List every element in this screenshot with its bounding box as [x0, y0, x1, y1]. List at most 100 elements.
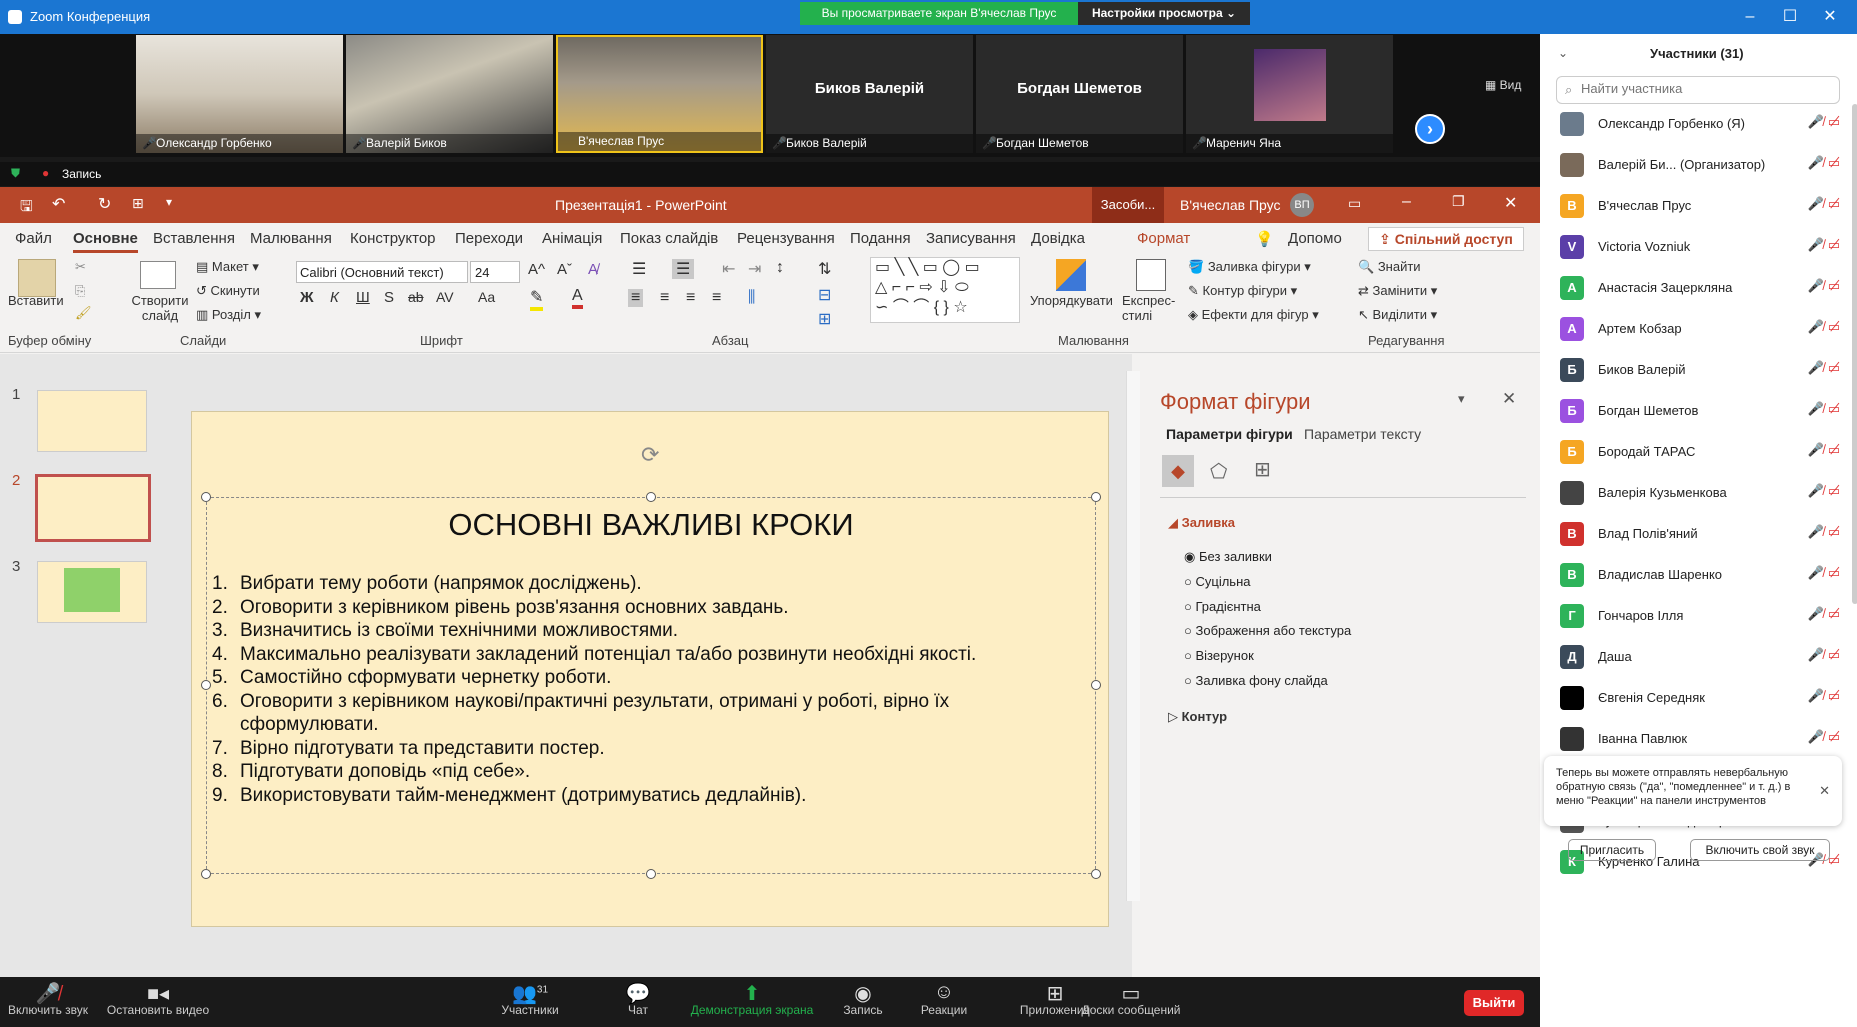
underline-icon[interactable]: Ш	[356, 289, 370, 306]
user-name[interactable]: В'ячеслав Прус	[1180, 197, 1281, 213]
radio-icon[interactable]: ○	[1184, 623, 1192, 638]
participant-row[interactable]: А Анастасія Зацеркляна 🎤̸ ▭̸	[1560, 270, 1840, 306]
video-tile-active-speaker[interactable]: В'ячеслав Прус	[556, 35, 763, 153]
customize-icon[interactable]: ▾	[166, 195, 172, 209]
italic-icon[interactable]: К	[330, 289, 339, 306]
font-size-select[interactable]: 24	[470, 261, 520, 283]
bullets-icon[interactable]: ☰	[632, 259, 646, 279]
view-settings-button[interactable]: Настройки просмотра ⌄	[1078, 2, 1250, 25]
present-icon[interactable]: ⊞	[132, 195, 144, 212]
maximize-icon[interactable]: ☐	[1775, 6, 1805, 28]
size-properties-icon[interactable]: ⊞	[1254, 457, 1271, 482]
fill-option[interactable]: ○ Градієнтна	[1184, 595, 1351, 620]
resize-handle[interactable]	[646, 492, 656, 502]
font-name-select[interactable]: Calibri (Основний текст)	[296, 261, 468, 283]
paste-icon[interactable]	[18, 259, 56, 297]
quick-styles-button[interactable]: Експрес-стилі	[1122, 293, 1182, 323]
participant-row[interactable]: Г Гончаров Ілля 🎤̸ ▭̸	[1560, 598, 1840, 634]
select-button[interactable]: ↖ Виділити ▾	[1358, 307, 1437, 323]
fill-option[interactable]: ○ Заливка фону слайда	[1184, 669, 1351, 694]
resize-handle[interactable]	[1091, 869, 1101, 879]
new-slide-button[interactable]: Створити слайд	[130, 293, 190, 323]
tab-animations[interactable]: Анімація	[542, 230, 602, 247]
slide[interactable]: ⟳ ОСНОВНІ ВАЖЛИВІ КРОКИ 1. Вибрати тему р…	[191, 411, 1109, 927]
tab-text-options[interactable]: Параметри тексту	[1304, 426, 1421, 442]
arrange-button[interactable]: Упорядкувати	[1030, 293, 1113, 308]
align-right-icon[interactable]: ≡	[686, 289, 695, 307]
font-color-icon[interactable]: A	[572, 287, 583, 309]
tab-slideshow[interactable]: Показ слайдів	[620, 230, 718, 247]
slide-thumbnail[interactable]	[37, 561, 147, 623]
align-text-icon[interactable]: ⊟	[818, 285, 831, 305]
fill-line-icon[interactable]: ◆	[1162, 455, 1194, 487]
reactions-button[interactable]: ☺ Реакции	[916, 981, 972, 1017]
radio-icon[interactable]: ○	[1184, 673, 1192, 688]
participant-row[interactable]: Валерій Би... (Организатор) 🎤̸ ▭̸	[1560, 147, 1840, 183]
paste-button[interactable]: Вставити	[8, 293, 64, 308]
pane-options-icon[interactable]: ▾	[1458, 391, 1465, 407]
invite-button[interactable]: Пригласить	[1568, 839, 1656, 861]
replace-button[interactable]: ⇄ Замінити ▾	[1358, 283, 1437, 299]
slide-thumbnail[interactable]	[37, 390, 147, 452]
save-icon[interactable]: 🖫	[20, 196, 33, 221]
section-button[interactable]: ▥ Розділ ▾	[196, 307, 261, 323]
video-tile[interactable]: 🎤 Валерій Биков	[346, 35, 553, 153]
tab-file[interactable]: Файл	[15, 230, 52, 247]
clear-format-icon[interactable]: A̸	[588, 261, 598, 278]
search-box[interactable]: ⌕	[1556, 76, 1840, 104]
tab-transitions[interactable]: Переходи	[455, 230, 523, 247]
participant-row[interactable]: Б Биков Валерій 🎤̸ ▭̸	[1560, 352, 1840, 388]
participant-row[interactable]: В В'ячеслав Прус 🎤̸ ▭̸	[1560, 188, 1840, 224]
shape-effects-button[interactable]: ◈ Ефекти для фігур ▾	[1188, 307, 1319, 323]
arrange-icon[interactable]	[1056, 259, 1086, 291]
participant-row[interactable]: Валерія Кузьменкова 🎤̸ ▭̸	[1560, 475, 1840, 511]
collapse-icon[interactable]: ⌄	[1558, 46, 1568, 60]
effects-icon[interactable]: ⬠	[1210, 459, 1227, 484]
record-button[interactable]: ◉ Запись	[838, 981, 888, 1017]
radio-icon[interactable]: ◉	[1184, 549, 1195, 564]
numbering-icon[interactable]: ☰	[672, 259, 695, 279]
fill-option[interactable]: ○ Зображення або текстура	[1184, 619, 1351, 644]
user-avatar[interactable]: ВП	[1290, 193, 1314, 217]
tab-record[interactable]: Записування	[926, 230, 1016, 247]
whiteboards-button[interactable]: ▭ Доски сообщений	[1078, 981, 1184, 1017]
highlight-icon[interactable]: ✎	[530, 287, 544, 311]
resize-handle[interactable]	[646, 869, 656, 879]
slide-list[interactable]: 1. Вибрати тему роботи (напрямок дослідже…	[212, 572, 1092, 807]
decrease-font-icon[interactable]: Aˇ	[557, 261, 572, 278]
shadow-icon[interactable]: S	[384, 289, 394, 306]
video-tile[interactable]: 🎤 Олександр Горбенко	[136, 35, 343, 153]
increase-indent-icon[interactable]: ⇥	[748, 259, 761, 279]
fill-section[interactable]: ◢ Заливка	[1168, 515, 1235, 531]
participant-row[interactable]: Євгенія Середняк 🎤̸ ▭̸	[1560, 680, 1840, 716]
layout-button[interactable]: ▤ Макет ▾	[196, 259, 259, 275]
participant-row[interactable]: V Victoria Vozniuk 🎤̸ ▭̸	[1560, 229, 1840, 265]
participants-button[interactable]: 👥31 Участники	[494, 981, 566, 1017]
gallery-next-button[interactable]: ›	[1415, 114, 1445, 144]
shape-outline-button[interactable]: ✎ Контур фігури ▾	[1188, 283, 1297, 299]
share-button[interactable]: ⇪ Спільний доступ	[1368, 227, 1524, 251]
strike-icon[interactable]: ab	[408, 289, 424, 305]
participant-row[interactable]: Б Богдан Шеметов 🎤̸ ▭̸	[1560, 393, 1840, 429]
participant-row[interactable]: В Владислав Шаренко 🎤̸ ▭̸	[1560, 557, 1840, 593]
shape-fill-button[interactable]: 🪣 Заливка фігури ▾	[1188, 259, 1311, 275]
align-left-icon[interactable]: ≡	[628, 289, 644, 307]
share-screen-button[interactable]: ⬆ Демонстрация экрана	[690, 981, 814, 1017]
columns-icon[interactable]: ⫼	[748, 289, 755, 307]
new-slide-icon[interactable]	[140, 261, 176, 289]
participant-row[interactable]: В Влад Полів'яний 🎤̸ ▭̸	[1560, 516, 1840, 552]
quick-styles-icon[interactable]	[1136, 259, 1166, 291]
format-painter-icon[interactable]: 🖌	[75, 305, 92, 321]
view-button[interactable]: ▦ Вид	[1485, 78, 1521, 92]
video-tile[interactable]: Богдан Шеметов 🎤 Богдан Шеметов	[976, 35, 1183, 153]
drawing-tools-context[interactable]: Засоби...	[1092, 187, 1164, 223]
participant-row[interactable]: Іванна Павлюк 🎤̸ ▭̸	[1560, 721, 1840, 757]
tab-draw[interactable]: Малювання	[250, 230, 332, 247]
fill-option[interactable]: ◉ Без заливки	[1184, 545, 1351, 570]
tab-shape-options[interactable]: Параметри фігури	[1166, 426, 1293, 442]
spacing-icon[interactable]: AV	[436, 289, 454, 305]
reset-button[interactable]: ↺ Скинути	[196, 283, 260, 299]
increase-font-icon[interactable]: A^	[528, 261, 545, 278]
minimize-icon[interactable]: –	[1735, 6, 1765, 28]
justify-icon[interactable]: ≡	[712, 289, 721, 307]
